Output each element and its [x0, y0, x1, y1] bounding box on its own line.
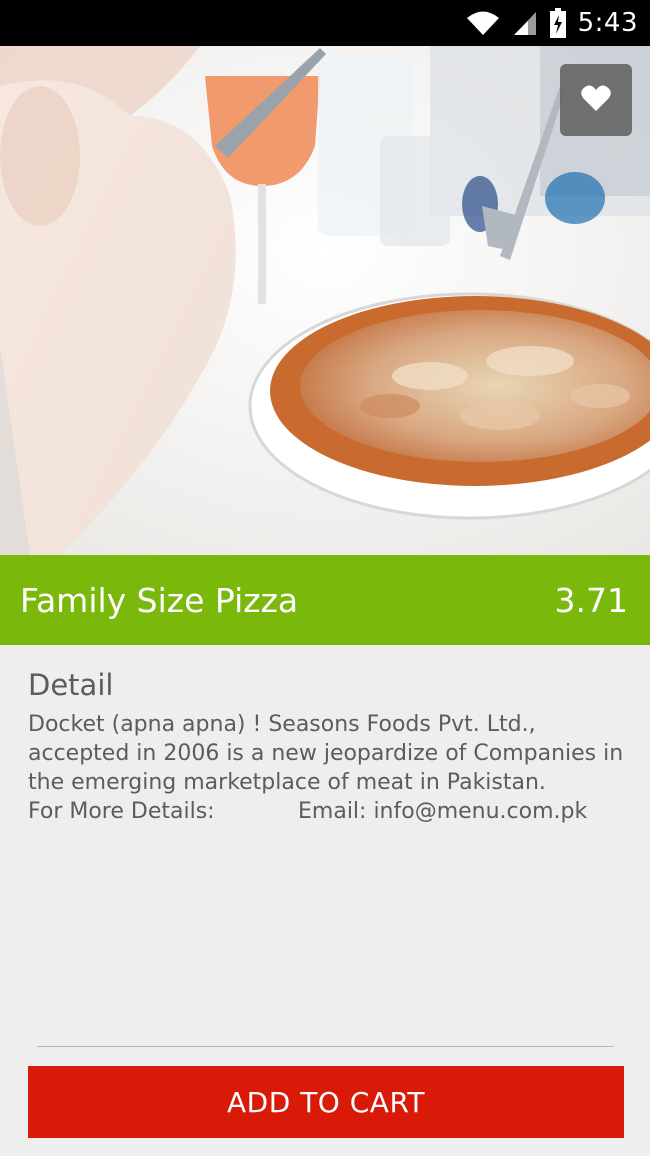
more-details-label: For More Details:	[28, 799, 215, 824]
wifi-icon	[466, 9, 500, 37]
detail-heading: Detail	[28, 668, 114, 702]
product-price: 3.71	[554, 580, 628, 620]
contact-row: For More Details: Email: info@menu.com.p…	[28, 797, 628, 826]
contact-email[interactable]: Email: info@menu.com.pk	[298, 797, 587, 826]
detail-description: Docket (apna apna) ! Seasons Foods Pvt. …	[28, 712, 624, 795]
product-title-bar: Family Size Pizza 3.71	[0, 555, 650, 645]
product-image	[0, 46, 650, 555]
add-to-cart-button[interactable]: ADD TO CART	[28, 1066, 624, 1138]
status-bar: 5:43	[0, 0, 650, 46]
cell-signal-icon	[512, 9, 538, 37]
detail-section: Detail Docket (apna apna) ! Seasons Food…	[28, 668, 628, 826]
status-time: 5:43	[577, 8, 638, 38]
divider	[37, 1046, 614, 1047]
battery-charging-icon	[549, 8, 566, 38]
favorite-button[interactable]	[560, 64, 632, 136]
heart-icon	[581, 84, 611, 116]
product-name: Family Size Pizza	[20, 580, 299, 620]
